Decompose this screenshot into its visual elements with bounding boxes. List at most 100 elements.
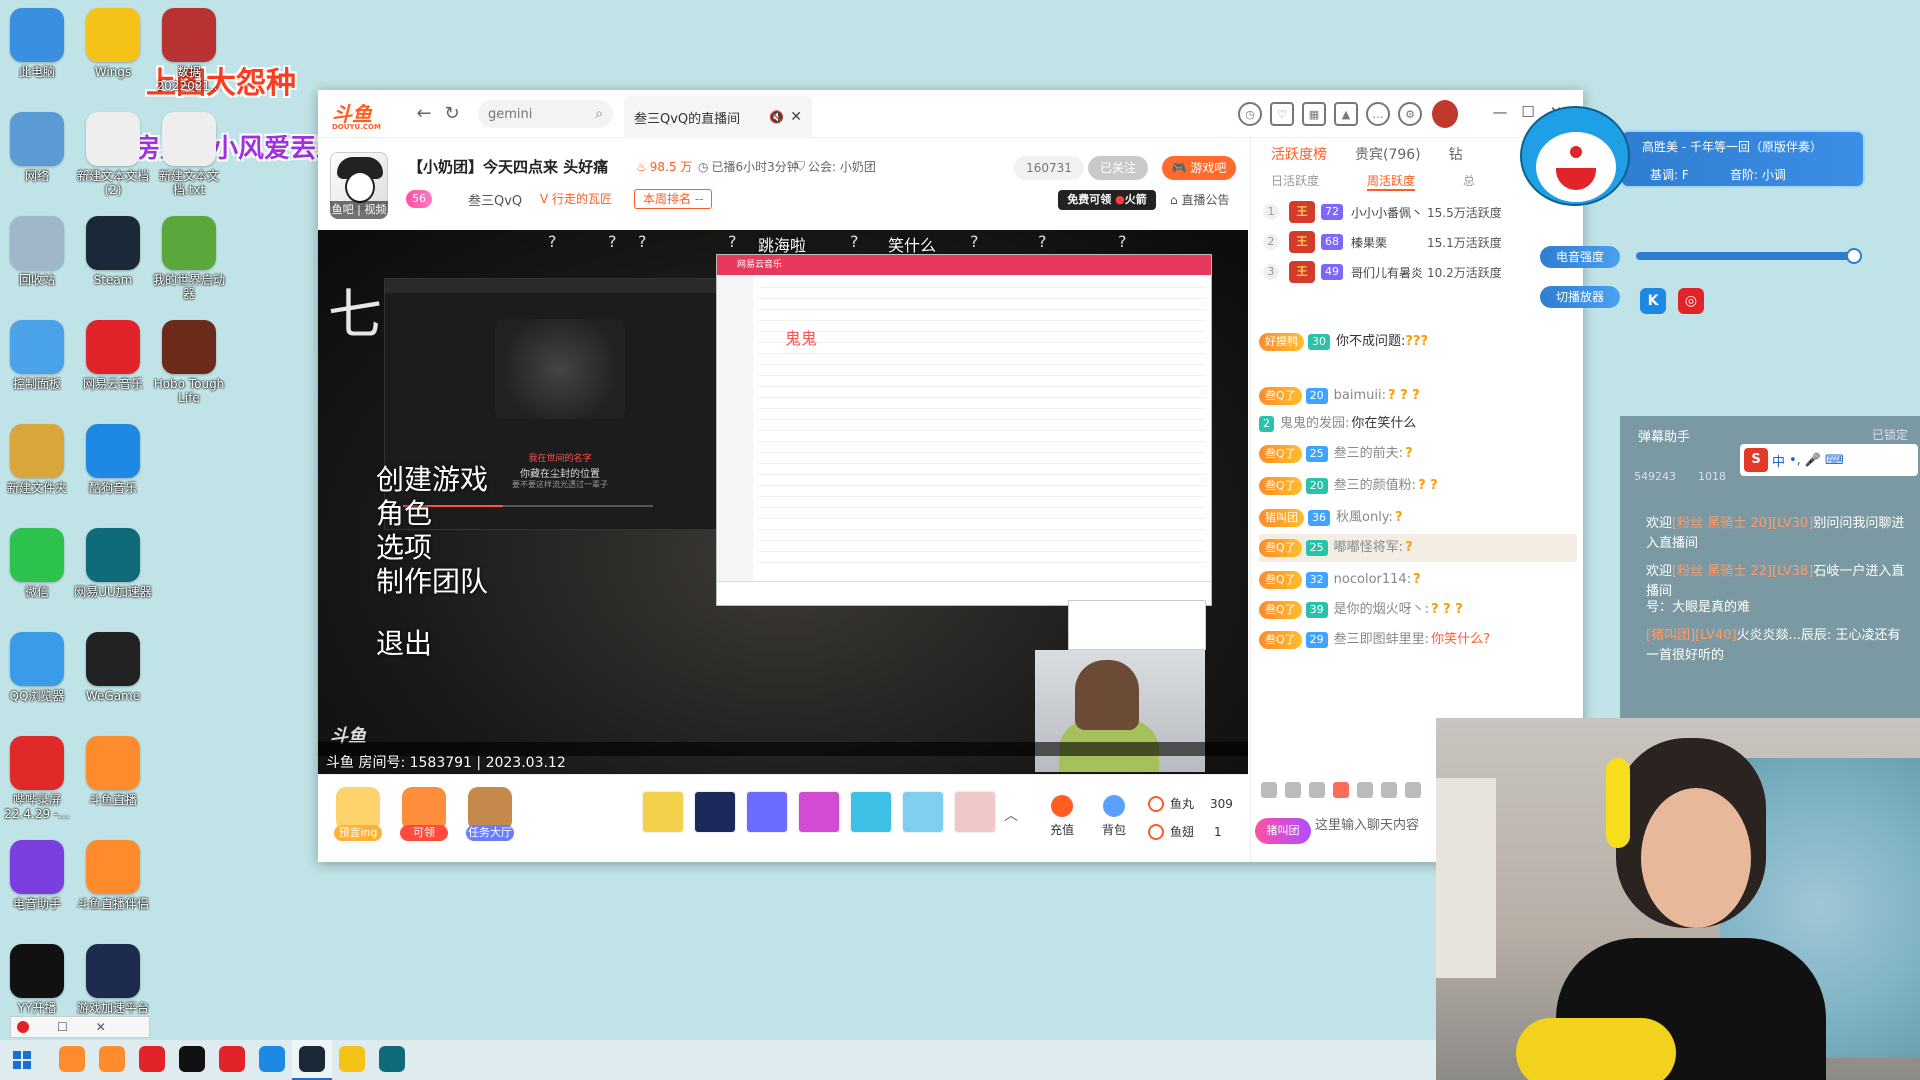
fan-badge[interactable]: 叁Q了 xyxy=(1259,631,1302,649)
chat-username[interactable]: 叁三的颜值粉: xyxy=(1334,477,1416,495)
chat-message[interactable]: 叁Q了 25 叁三的前夫:? xyxy=(1259,440,1577,468)
tab-vip[interactable]: 贵宾(796) xyxy=(1355,144,1421,164)
chat-message[interactable]: 好摸鸭 30 你不成问题:??? xyxy=(1259,328,1577,356)
chat-username[interactable]: 叁三即图蚌里里: xyxy=(1334,631,1429,649)
ime-toolbar[interactable]: S 中 •, 🎤 ⌨ xyxy=(1740,444,1918,476)
gift-scene-icon[interactable] xyxy=(850,791,892,833)
desktop-icon-c2-9[interactable]: 游戏加速平台 xyxy=(74,944,152,1015)
fan-badge[interactable]: 叁Q了 xyxy=(1259,601,1302,619)
desktop-icon-c3-2[interactable]: 我的世界启动器 xyxy=(150,216,228,301)
desktop-icon-c1-6[interactable]: QQ浏览器 xyxy=(0,632,76,703)
desktop-icon-c3-1[interactable]: 新建文本文档.txt xyxy=(150,112,228,197)
gift-spaceship-icon[interactable] xyxy=(694,791,736,833)
fan-badge[interactable]: 叁Q了 xyxy=(1259,387,1302,405)
game-bar-button[interactable]: 🎮 游戏吧 xyxy=(1162,156,1236,180)
chat-message[interactable]: 叁Q了 20 baimuii:? ? ? xyxy=(1259,382,1577,410)
tab-daily[interactable]: 日活跃度 xyxy=(1271,172,1319,191)
gift-sword-icon[interactable] xyxy=(798,791,840,833)
desktop-icon-c1-9[interactable]: YY开播 xyxy=(0,944,76,1015)
anchor-tag[interactable]: V 行走的瓦匠 xyxy=(534,189,618,209)
calendar-icon[interactable]: ▦ xyxy=(1302,102,1326,126)
taskbar-douyu-icon[interactable] xyxy=(52,1040,92,1080)
weekly-rank[interactable]: 本周排名 -- xyxy=(634,189,713,209)
chat-username[interactable]: 叁三的前夫: xyxy=(1334,445,1403,463)
chat-message[interactable]: 叁Q了 29 叁三即图蚌里里: 你笑什么? xyxy=(1259,626,1577,654)
chevron-up-icon[interactable]: ︿ xyxy=(1004,805,1018,825)
tab-live-room[interactable]: 叁三QvQ的直播间 🔇 ✕ xyxy=(624,96,812,138)
video-player[interactable]: 七 跳海啦 笑什么 ? ? ? ? ? ? ? ? 我在世间的名字 你藏在尘封的… xyxy=(318,230,1248,774)
rank-username[interactable]: 榛果栗 xyxy=(1351,234,1427,251)
search-input[interactable] xyxy=(488,106,583,122)
desktop-icon-c1-1[interactable]: 网络 xyxy=(0,112,76,183)
chat-username[interactable]: nocolor114: xyxy=(1334,571,1411,589)
desktop-icon-c2-7[interactable]: 斗鱼直播 xyxy=(74,736,152,807)
gift-diamond-icon[interactable] xyxy=(902,791,944,833)
maximize-icon[interactable]: ☐ xyxy=(57,1020,68,1034)
windows-start-icon[interactable] xyxy=(0,1040,44,1080)
fan-badge[interactable]: 猪叫团 xyxy=(1259,509,1304,527)
color-icon[interactable] xyxy=(1381,782,1397,798)
chat-username[interactable]: baimuii: xyxy=(1334,387,1386,405)
chat-message[interactable]: 叁Q了 32 nocolor114:? xyxy=(1259,566,1577,594)
rank-username[interactable]: 哥们儿有暑炎 xyxy=(1351,264,1427,281)
fan-icon[interactable] xyxy=(1333,782,1349,798)
switch-player-label[interactable]: 切播放器 xyxy=(1540,286,1620,308)
free-gift-button[interactable]: 可领 xyxy=(396,787,452,841)
tab-diamond[interactable]: 钻 xyxy=(1449,144,1463,164)
floating-window-tab[interactable]: ☐ ✕ xyxy=(10,1016,150,1038)
fan-badge[interactable]: 好摸鸭 xyxy=(1259,333,1304,351)
close-icon[interactable]: ✕ xyxy=(96,1020,106,1034)
taskbar-recorder-icon[interactable] xyxy=(132,1040,172,1080)
message-icon[interactable]: … xyxy=(1366,102,1390,126)
gift-girl-icon[interactable] xyxy=(954,791,996,833)
desktop-icon-c2-1[interactable]: 新建文本文档 (2) xyxy=(74,112,152,197)
chat-message[interactable]: 2 鬼鬼的发园: 你在笑什么 xyxy=(1259,410,1577,438)
chat-username[interactable]: 鬼鬼的发园: xyxy=(1280,415,1349,433)
desktop-icon-c1-3[interactable]: 控制面板 xyxy=(0,320,76,391)
fan-badge[interactable]: 叁Q了 xyxy=(1259,445,1302,463)
chat-message[interactable]: 叁Q了 25 嘟嘟怪将军:? xyxy=(1259,534,1577,562)
chat-fan-badge[interactable]: 猪叫团 xyxy=(1255,818,1311,844)
desktop-icon-c1-7[interactable]: 哔哔录屏 22.4.29 -... xyxy=(0,736,76,821)
chat-username[interactable]: 嘟嘟怪将军: xyxy=(1334,539,1403,557)
gift-plane-icon[interactable] xyxy=(746,791,788,833)
crown-icon[interactable] xyxy=(1309,782,1325,798)
kugou-icon[interactable]: K xyxy=(1640,288,1666,314)
super-icon[interactable] xyxy=(1357,782,1373,798)
chat-username[interactable]: 秋風only: xyxy=(1336,509,1393,527)
rank-username[interactable]: 小小小番佩丶 xyxy=(1351,204,1427,221)
taskbar-steam-icon[interactable] xyxy=(292,1040,332,1080)
close-tab-icon[interactable]: ✕ xyxy=(790,109,802,125)
danmaku-lock[interactable]: 已锁定 xyxy=(1872,426,1908,443)
desktop-icon-c2-0[interactable]: Wings xyxy=(74,8,152,79)
taskbar-uu-icon[interactable] xyxy=(372,1040,412,1080)
taskbar-wings-icon[interactable] xyxy=(332,1040,372,1080)
fan-badge[interactable]: 叁Q了 xyxy=(1259,477,1302,495)
user-avatar[interactable] xyxy=(1432,100,1458,128)
tab-total[interactable]: 总 xyxy=(1463,172,1475,191)
desktop-icon-c3-3[interactable]: Hobo Tough Life xyxy=(150,320,228,405)
shirt-icon[interactable]: ▲ xyxy=(1334,102,1358,126)
recharge-button[interactable]: 充值 xyxy=(1042,795,1082,838)
desktop-icon-c2-5[interactable]: 网易UU加速器 xyxy=(74,528,152,599)
chat-message[interactable]: 叁Q了 39 是你的烟火呀丶:? ? ? xyxy=(1259,596,1577,624)
slider-knob[interactable] xyxy=(1846,248,1862,264)
chat-username[interactable]: 是你的烟火呀丶: xyxy=(1334,601,1429,619)
heart-icon[interactable]: ♡ xyxy=(1270,102,1294,126)
task-hall-button[interactable]: 任务大厅 xyxy=(462,787,518,841)
emoji-icon[interactable] xyxy=(1261,782,1277,798)
announcement-link[interactable]: ⌂ 直播公告 xyxy=(1170,191,1229,208)
hot-word-icon[interactable] xyxy=(1405,782,1421,798)
follow-button[interactable]: 已关注 xyxy=(1088,156,1148,180)
taskbar-netease-icon[interactable] xyxy=(212,1040,252,1080)
intensity-slider[interactable] xyxy=(1636,248,1862,264)
fishbar-video-tag[interactable]: 鱼吧 | 视频 xyxy=(330,201,388,219)
desktop-icon-c1-0[interactable]: 此电脑 xyxy=(0,8,76,79)
chat-message[interactable]: 叁Q了 20 叁三的颜值粉:? ? xyxy=(1259,472,1577,500)
desktop-icon-c1-5[interactable]: 微信 xyxy=(0,528,76,599)
taskbar-douyu2-icon[interactable] xyxy=(92,1040,132,1080)
tab-weekly[interactable]: 周活跃度 xyxy=(1367,172,1416,191)
history-icon[interactable]: ◷ xyxy=(1238,102,1262,126)
prophecy-button[interactable]: 预言ing xyxy=(330,787,386,841)
taskbar-yy-icon[interactable] xyxy=(172,1040,212,1080)
